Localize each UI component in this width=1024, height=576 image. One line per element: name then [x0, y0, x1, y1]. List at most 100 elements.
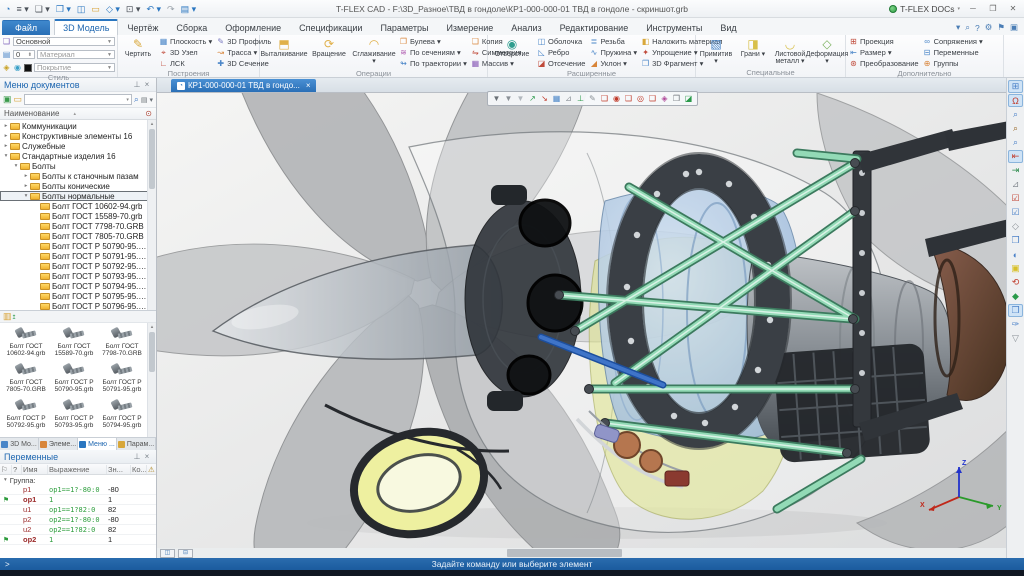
tree-row[interactable]: ▾ Болты нормальные ⊙ — [0, 191, 156, 201]
view-toolbar-icon[interactable]: ◇ — [1008, 220, 1023, 233]
filter-toolbar-icon[interactable]: ◈ — [659, 92, 670, 105]
filter-toolbar-icon[interactable]: ⊥ — [575, 92, 586, 105]
filter-toolbar-icon[interactable]: ▼ — [491, 92, 502, 105]
filter-toolbar-icon[interactable]: ◎ — [635, 92, 646, 105]
ribbon-item[interactable]: ∞Сопряжения ▾ — [922, 36, 984, 47]
quick-access-icon[interactable]: ❒ ▾ — [55, 2, 72, 16]
document-thumbnail[interactable]: Болт ГОСТ Р 50790-95.grb — [50, 361, 98, 394]
tree-column-header[interactable]: Наименование ▴ ⊙ — [0, 108, 156, 120]
tflex-docs-button[interactable]: T-FLEX DOCs ▾ — [889, 4, 960, 14]
tree-row[interactable]: Болт ГОСТ 10602-94.grb ⊙ — [0, 201, 156, 211]
filter-toolbar-icon[interactable]: ❑ — [647, 92, 658, 105]
tree-row[interactable]: Болт ГОСТ Р 50791-95.grb ⊙ — [0, 251, 156, 261]
ribbon-big-button[interactable]: ⬒Выталкивание — [262, 36, 306, 69]
ribbon-item[interactable]: ⊟Переменные — [922, 47, 984, 58]
tree-row[interactable]: Болт ГОСТ Р 50795-95.grb ⊙ — [0, 291, 156, 301]
ribbon-item[interactable]: ⊕Группы — [922, 58, 984, 69]
close-icon[interactable]: × — [142, 80, 152, 89]
quick-access-icon[interactable]: ⊡ ▾ — [125, 2, 142, 16]
view-toolbar-icon[interactable]: ⊿ — [1008, 178, 1023, 191]
ribbon-item[interactable]: ◢Уклон ▾ — [588, 58, 638, 69]
material-number-stepper[interactable]: 0⬍ — [13, 50, 35, 59]
tree-row[interactable]: Болт ГОСТ Р 50790-95.grb ⊙ — [0, 241, 156, 251]
view-toolbar-icon[interactable]: ▽ — [1008, 332, 1023, 345]
ribbon-item[interactable]: ◺Ребро — [536, 47, 586, 58]
maximize-button[interactable]: ❐ — [986, 4, 1000, 13]
document-thumbnail[interactable]: Болт ГОСТ 15589-70.grb — [50, 325, 98, 358]
pin-icon[interactable]: ⊥ — [132, 452, 142, 461]
variable-row[interactable]: u2 op2==1?82:0 82 — [0, 525, 156, 535]
variable-expression[interactable]: op2==1?82:0 — [48, 526, 107, 534]
view-toolbar-icon[interactable]: ✑ — [1008, 318, 1023, 331]
quick-access-icon[interactable]: ↶ ▾ — [145, 2, 162, 16]
quick-access-icon[interactable]: ◫ — [76, 2, 87, 16]
filter-toolbar-icon[interactable]: ↘ — [539, 92, 550, 105]
quick-access-icon[interactable]: ◔ — [4, 2, 11, 16]
ribbon-tab[interactable]: Анализ — [502, 20, 550, 35]
view-toolbar-icon[interactable]: ❒ — [1008, 304, 1023, 317]
menubar-utility-icon[interactable]: ? — [975, 23, 980, 33]
ribbon-big-button[interactable]: ◇Деформация ▾ — [809, 36, 845, 68]
tree-scrollbar[interactable]: ▴ — [147, 120, 156, 310]
document-thumbnail[interactable]: Болт ГОСТ Р 50793-95.grb — [50, 397, 98, 430]
filter-toolbar-icon[interactable]: ▼ — [515, 92, 526, 105]
variables-header-row[interactable]: ⚐ ? Имя Выражение Зн... Ко... ⚠ — [0, 464, 156, 475]
ribbon-big-button[interactable]: ▧Примитив ▾ — [698, 36, 734, 68]
menubar-utility-icon[interactable]: ⚙ — [985, 22, 993, 33]
tree-row[interactable]: ▾ Болты ⊙ — [0, 161, 156, 171]
filter-toolbar-icon[interactable]: ⊿ — [563, 92, 574, 105]
filter-toolbar-icon[interactable]: ▦ — [551, 92, 562, 105]
tree-row[interactable]: Болт ГОСТ 7805-70.GRB ⊙ — [0, 231, 156, 241]
filter-toolbar-icon[interactable]: ◉ — [611, 92, 622, 105]
menubar-utility-icon[interactable]: ⚑ — [997, 22, 1005, 33]
view-toolbar-icon[interactable]: ◆ — [1008, 290, 1023, 303]
search-icon[interactable]: ⌕ — [134, 94, 139, 105]
menubar-utility-icon[interactable]: ⌕ — [965, 22, 970, 33]
ribbon-item[interactable]: ≋По сечениям ▾ — [398, 47, 468, 58]
3d-model-scene[interactable]: X Y Z — [157, 93, 1006, 548]
tree-row[interactable]: ▾ Стандартные изделия 16 ⊙ — [0, 151, 156, 161]
view-toolbar-icon[interactable]: ⌕ — [1008, 122, 1023, 135]
ribbon-tab[interactable]: Сборка — [167, 20, 216, 35]
filter-toolbar-icon[interactable]: ▼ — [503, 92, 514, 105]
import-icon[interactable]: ▥↥ — [3, 311, 17, 322]
filter-toolbar-icon[interactable]: ❑ — [599, 92, 610, 105]
document-tab[interactable]: ◔ КР1-000-000-01 ТВД в гондо... × — [171, 79, 316, 92]
ribbon-tab[interactable]: Измерение — [437, 20, 502, 35]
filter-toolbar-icon[interactable]: ❑ — [623, 92, 634, 105]
ribbon-tab[interactable]: Вид — [711, 20, 745, 35]
view-toolbar-icon[interactable]: Ω — [1008, 94, 1023, 107]
ribbon-item[interactable]: ◫Оболочка — [536, 36, 586, 47]
expander-icon[interactable]: ▸ — [2, 123, 10, 129]
document-thumbnail[interactable]: Болт ГОСТ Р 50791-95.grb — [98, 361, 146, 394]
ribbon-tab[interactable]: Файл — [2, 20, 50, 35]
dock-tab[interactable]: Элеме... — [39, 438, 78, 450]
split-horizontal-button[interactable]: ◫ — [160, 549, 175, 558]
ribbon-tab[interactable]: Чертёж — [118, 20, 167, 35]
view-toolbar-icon[interactable]: ⟲ — [1008, 276, 1023, 289]
quick-access-icon[interactable]: ❏ ▾ — [34, 2, 51, 16]
expander-icon[interactable]: ▸ — [22, 173, 30, 179]
ribbon-big-button[interactable]: ◠Сглаживание ▾ — [352, 36, 396, 69]
expander-icon[interactable]: ▸ — [2, 143, 10, 149]
quick-access-icon[interactable]: ≡ ▾ — [15, 2, 29, 16]
horizontal-scrollbar-thumb[interactable] — [507, 549, 622, 557]
variable-expression[interactable]: 1 — [48, 496, 107, 504]
ribbon-item[interactable]: ⊛Преобразование — [848, 58, 920, 69]
ribbon-item[interactable]: ↬По траектории ▾ — [398, 58, 468, 69]
view-toolbar-icon[interactable]: ⊞ — [1008, 80, 1023, 93]
folder-combobox[interactable]: ▾ — [24, 94, 132, 105]
view-toolbar-icon[interactable]: ◐ — [1008, 248, 1023, 261]
material-select[interactable]: Материал▼ — [37, 50, 115, 59]
dock-tab[interactable]: 3D Мо... — [0, 438, 39, 450]
variable-row[interactable]: ⚑ op2 1 1 — [0, 535, 156, 545]
document-thumbnail[interactable]: Болт ГОСТ Р 50794-95.grb — [98, 397, 146, 430]
ribbon-item[interactable]: ❐Булева ▾ — [398, 36, 468, 47]
tree-row[interactable]: ▸ Конструктивные элементы 16 ⊙ — [0, 131, 156, 141]
ribbon-item[interactable]: ▦Плоскость ▾ — [158, 36, 213, 47]
ribbon-item[interactable]: ≣Резьба — [588, 36, 638, 47]
open-folder-icon[interactable]: ▭ — [14, 94, 23, 105]
variable-row[interactable]: u1 op1==1?82:0 82 — [0, 505, 156, 515]
filter-toolbar-icon[interactable]: ❒ — [671, 92, 682, 105]
tree-row[interactable]: ▸ Коммуникации ⊙ — [0, 121, 156, 131]
